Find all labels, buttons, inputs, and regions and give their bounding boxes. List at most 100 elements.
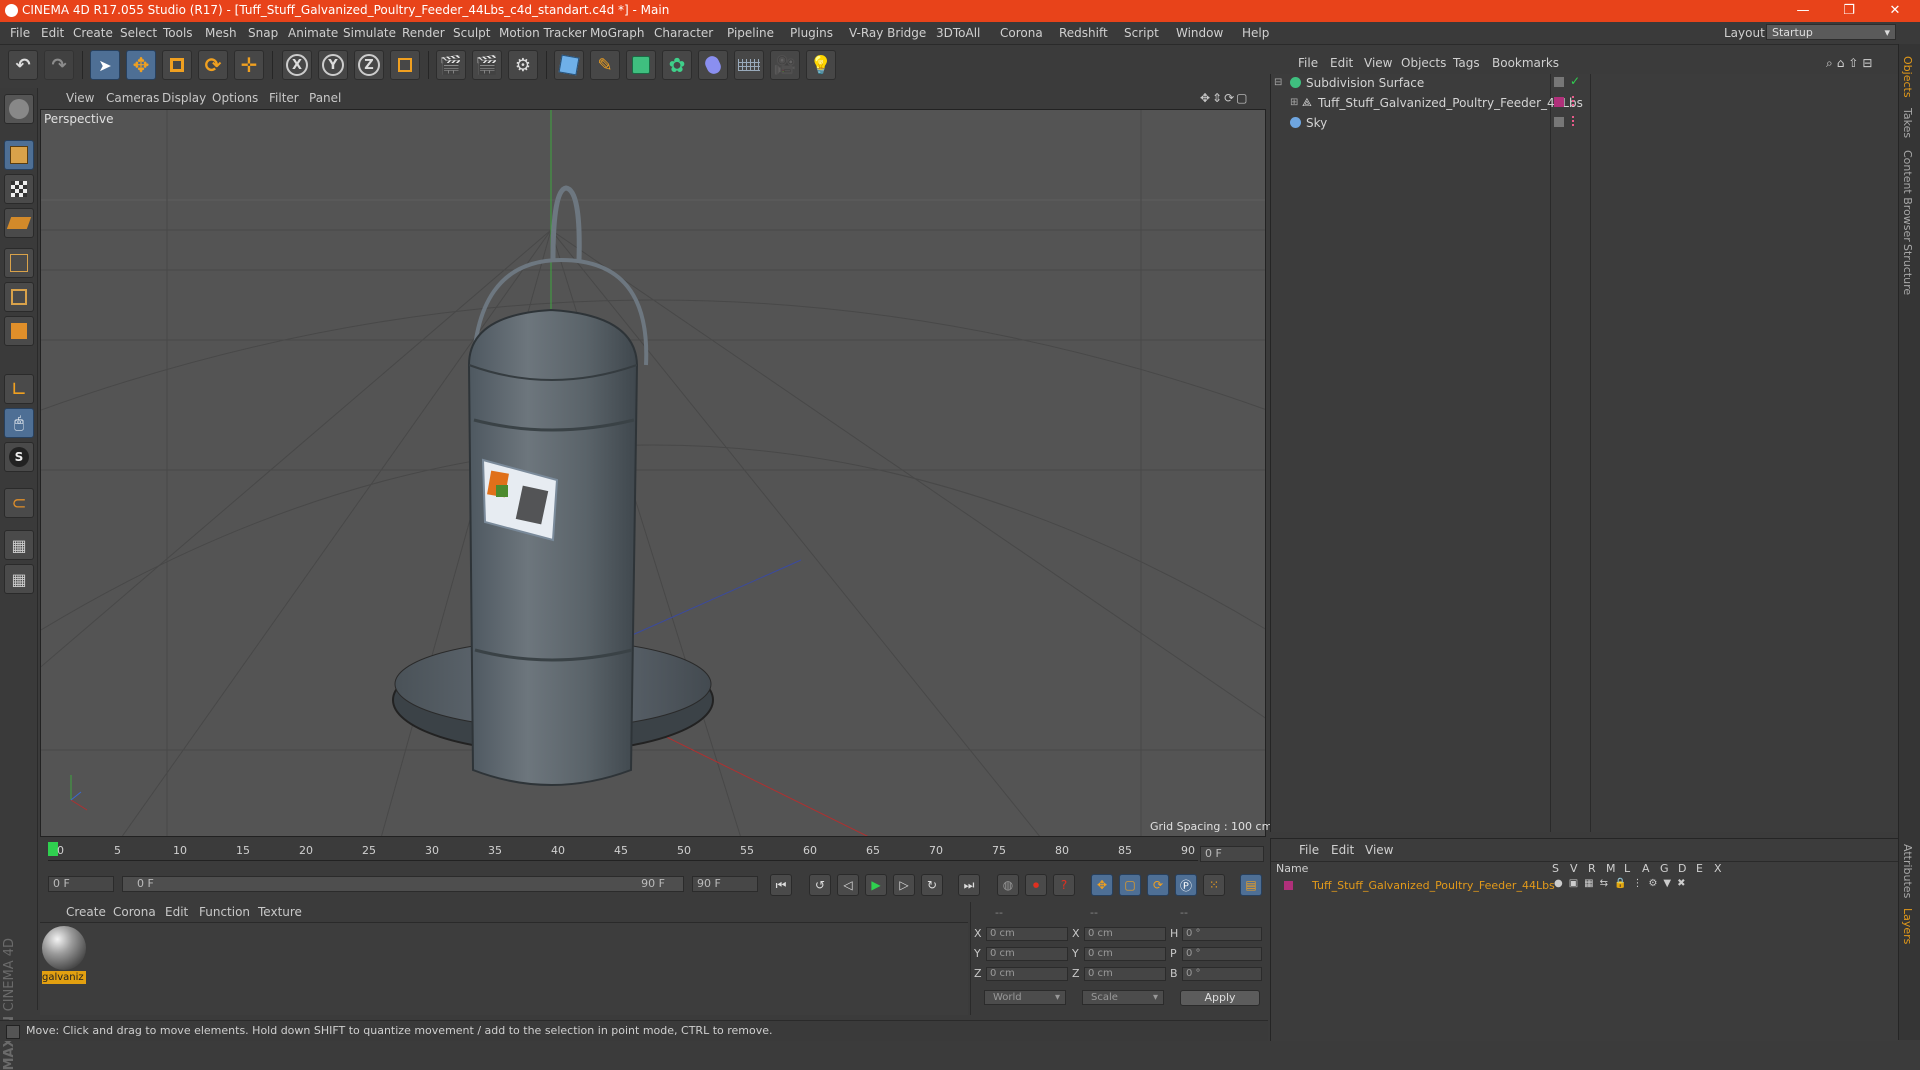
render-picture-viewer-button[interactable]: 🎬 (472, 50, 502, 80)
material-menu-texture[interactable]: Texture (258, 905, 302, 919)
3d-viewport[interactable] (40, 109, 1266, 837)
rotation-p-field[interactable]: 0 ° (1182, 947, 1262, 961)
object-menu-tags[interactable]: Tags (1453, 56, 1480, 70)
record-active-button[interactable]: ⏺ (1025, 874, 1047, 896)
y-axis-lock-button[interactable]: Y (318, 50, 348, 80)
menu-sculpt[interactable]: Sculpt (453, 26, 490, 40)
apply-button[interactable]: Apply (1180, 990, 1260, 1006)
object-menu-file[interactable]: File (1298, 56, 1318, 70)
menu-select[interactable]: Select (120, 26, 157, 40)
coordinate-space-select[interactable]: World ▾ (984, 990, 1066, 1005)
menu-mesh[interactable]: Mesh (205, 26, 237, 40)
layer-row[interactable]: Tuff_Stuff_Galvanized_Poultry_Feeder_44L… (1276, 878, 1896, 894)
z-axis-lock-button[interactable]: Z (354, 50, 384, 80)
material-menu-corona[interactable]: Corona (113, 905, 156, 919)
start-frame-field[interactable]: 0 F (48, 876, 114, 892)
layer-menu-edit[interactable]: Edit (1331, 843, 1354, 857)
menu-edit[interactable]: Edit (41, 26, 64, 40)
render-view-button[interactable]: 🎬 (436, 50, 466, 80)
key-parameter-button[interactable]: Ⓟ (1175, 874, 1197, 896)
size-x-field[interactable]: 0 cm (1084, 927, 1166, 941)
x-axis-lock-button[interactable]: X (282, 50, 312, 80)
layer-color-swatch[interactable] (1284, 881, 1293, 890)
add-light-button[interactable]: 💡 (806, 50, 836, 80)
menu-plugins[interactable]: Plugins (790, 26, 833, 40)
rotation-b-field[interactable]: 0 ° (1182, 967, 1262, 981)
expand-toggle-icon[interactable]: ⊞ (1290, 97, 1298, 108)
previous-frame-button[interactable]: ◁ (837, 874, 859, 896)
make-editable-button[interactable] (4, 94, 34, 124)
go-to-end-button[interactable]: ⏭ (958, 874, 980, 896)
layer-menu-file[interactable]: File (1299, 843, 1319, 857)
object-row-feeder[interactable]: ⊞ ⟁ Tuff_Stuff_Galvanized_Poultry_Feeder… (1274, 95, 1583, 113)
menu-redshift[interactable]: Redshift (1059, 26, 1108, 40)
viewport-menu-panel[interactable]: Panel (309, 91, 341, 105)
menu-help[interactable]: Help (1242, 26, 1269, 40)
menu-window[interactable]: Window (1176, 26, 1223, 40)
object-row-subdivision-surface[interactable]: ⊟ Subdivision Surface (1274, 75, 1549, 93)
viewport-menu-display[interactable]: Display (162, 91, 206, 105)
layer-menu-view[interactable]: View (1365, 843, 1393, 857)
material-menu-edit[interactable]: Edit (165, 905, 188, 919)
position-x-field[interactable]: 0 cm (986, 927, 1068, 941)
collapse-toggle-icon[interactable]: ⊟ (1274, 77, 1282, 88)
add-array-button[interactable]: ✿ (662, 50, 692, 80)
menu-snap[interactable]: Snap (248, 26, 278, 40)
add-deformer-button[interactable] (698, 50, 728, 80)
object-manager-search-icons[interactable]: ⌕⌂⇧⊟ (1826, 56, 1876, 71)
motion-record-button[interactable]: ◍ (997, 874, 1019, 896)
viewport-menu-view[interactable]: View (66, 91, 94, 105)
object-menu-view[interactable]: View (1364, 56, 1392, 70)
side-tab-content-browser[interactable]: Content Browser (1901, 150, 1914, 242)
visibility-dots-icon[interactable] (1572, 96, 1578, 106)
menu-vray-bridge[interactable]: V-Ray Bridge (849, 26, 926, 40)
add-spline-button[interactable]: ✎ (590, 50, 620, 80)
position-y-field[interactable]: 0 cm (986, 947, 1068, 961)
object-menu-bookmarks[interactable]: Bookmarks (1492, 56, 1559, 70)
scale-tool-button[interactable] (162, 50, 192, 80)
object-menu-objects[interactable]: Objects (1401, 56, 1446, 70)
model-mode-button[interactable] (4, 140, 34, 170)
add-floor-button[interactable] (734, 50, 764, 80)
menu-file[interactable]: File (10, 26, 30, 40)
add-camera-button[interactable]: 🎥 (770, 50, 800, 80)
rotate-tool-button[interactable]: ⟳ (198, 50, 228, 80)
menu-corona[interactable]: Corona (1000, 26, 1043, 40)
previous-key-button[interactable]: ↺ (809, 874, 831, 896)
material-menu-create[interactable]: Create (66, 905, 106, 919)
end-frame-field[interactable]: 90 F (692, 876, 758, 892)
side-tab-layers[interactable]: Layers (1901, 908, 1914, 944)
frame-range-slider[interactable]: 0 F 90 F (122, 876, 684, 892)
menu-script[interactable]: Script (1124, 26, 1159, 40)
position-z-field[interactable]: 0 cm (986, 967, 1068, 981)
restore-button[interactable]: ❐ (1826, 0, 1872, 22)
material-preview-sphere[interactable] (42, 926, 86, 970)
workplane-mode-button[interactable] (4, 208, 34, 238)
minimize-button[interactable]: — (1780, 0, 1826, 22)
layer-toggle-icons[interactable]: ●▣▦⇆🔒⋮⚙▼✖ (1554, 878, 1692, 889)
viewport-menu-cameras[interactable]: Cameras (106, 91, 159, 105)
edges-mode-button[interactable] (4, 282, 34, 312)
menu-character[interactable]: Character (654, 26, 713, 40)
menu-pipeline[interactable]: Pipeline (727, 26, 774, 40)
key-scale-button[interactable]: ▢ (1119, 874, 1141, 896)
viewport-menu-options[interactable]: Options (212, 91, 258, 105)
viewport-menu-filter[interactable]: Filter (269, 91, 299, 105)
material-menu-function[interactable]: Function (199, 905, 250, 919)
close-button[interactable]: ✕ (1872, 0, 1918, 22)
side-tab-objects[interactable]: Objects (1901, 56, 1914, 98)
rotation-h-field[interactable]: 0 ° (1182, 927, 1262, 941)
visibility-dots-icon[interactable] (1572, 116, 1578, 126)
key-pla-button[interactable]: ⁙ (1203, 874, 1225, 896)
layer-tag-icon[interactable] (1554, 77, 1564, 87)
undo-button[interactable]: ↶ (8, 50, 38, 80)
redo-button[interactable]: ↷ (44, 50, 74, 80)
tweak-mode-button[interactable]: 🖱 (4, 408, 34, 438)
move-tool-button[interactable]: ✥ (126, 50, 156, 80)
layer-color-icon[interactable] (1554, 97, 1564, 107)
current-frame-field[interactable]: 0 F (1200, 846, 1264, 862)
locked-workplane-button[interactable]: ▦ (4, 530, 34, 560)
texture-mode-button[interactable] (4, 174, 34, 204)
go-to-start-button[interactable]: ⏮ (770, 874, 792, 896)
menu-render[interactable]: Render (402, 26, 445, 40)
